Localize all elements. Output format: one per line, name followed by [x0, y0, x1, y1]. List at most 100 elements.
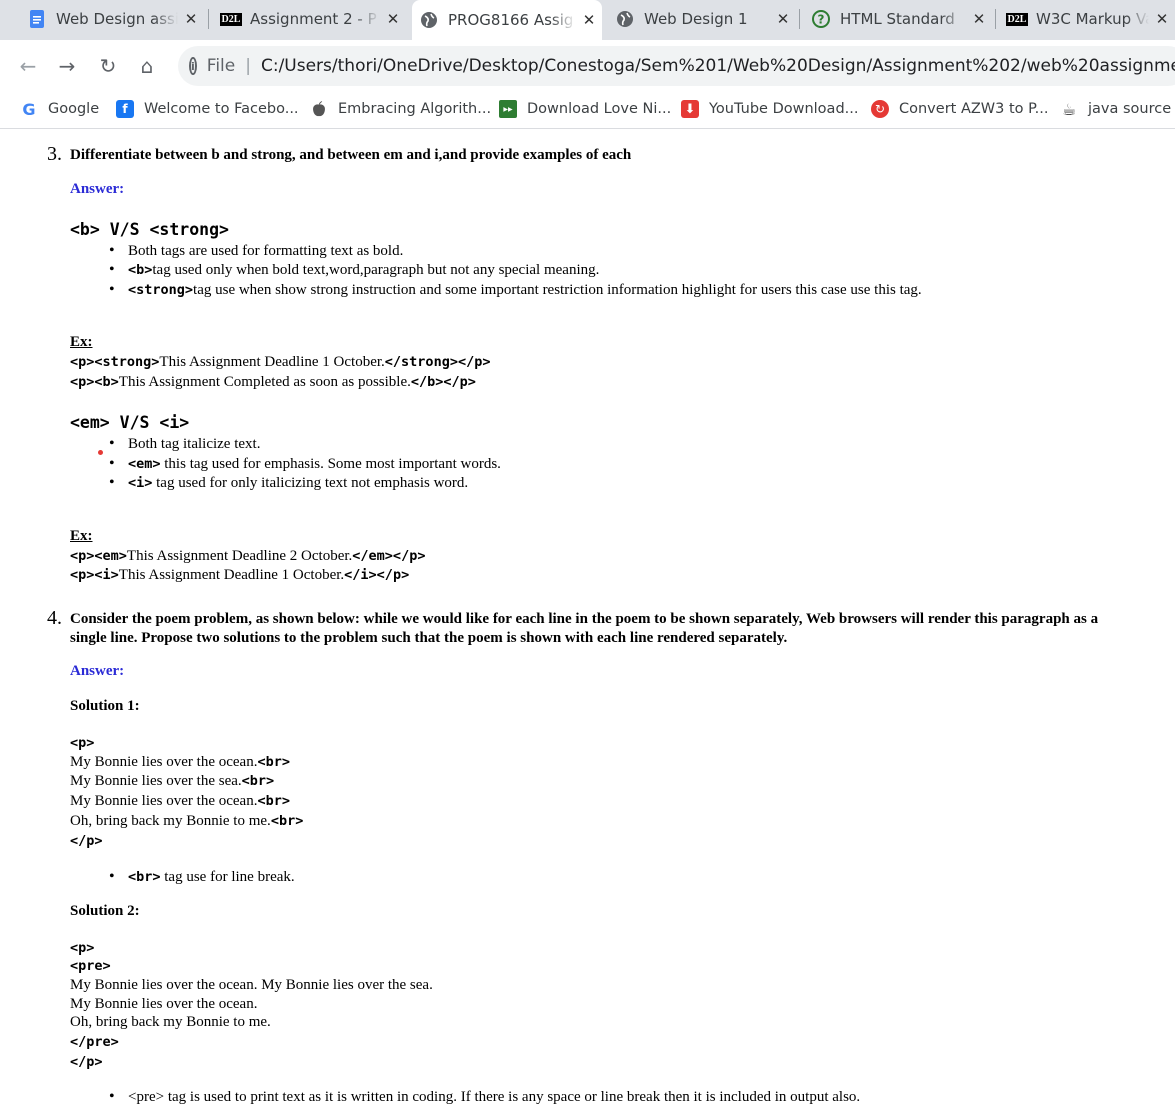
- file-label: File: [206, 56, 236, 76]
- tab-strip: Web Design assig ✕ D2L Assignment 2 - P …: [0, 0, 1175, 40]
- bookmark-label: java source c: [1088, 101, 1175, 117]
- bookmark-embracing-algorithms[interactable]: Embracing Algorith...: [310, 100, 491, 118]
- code-tag: <br>: [128, 869, 161, 885]
- bookmark-label: Download Love Ni...: [527, 101, 672, 117]
- convert-icon: ↻: [871, 100, 889, 118]
- code-tag: <strong>: [128, 282, 194, 298]
- poem-line: Oh, bring back my Bonnie to me.: [70, 1014, 271, 1030]
- forward-button[interactable]: →: [53, 52, 81, 80]
- facebook-icon: f: [116, 100, 134, 118]
- bookmarks-bar: G Google f Welcome to Facebo... Embracin…: [0, 92, 1175, 129]
- bookmark-java-source[interactable]: ☕ java source c: [1060, 99, 1175, 119]
- bookmark-youtube-downloader[interactable]: ⬇ YouTube Download...: [681, 100, 858, 118]
- question-text: Consider the poem problem, as shown belo…: [70, 611, 1099, 627]
- google-docs-icon: [28, 10, 46, 28]
- download-icon: ⬇: [681, 100, 699, 118]
- page-content: 3. Differentiate between b and strong, a…: [0, 129, 1175, 1108]
- java-icon: ☕: [1061, 99, 1077, 119]
- answer-label: Answer:: [70, 663, 125, 679]
- tab-prog8166-active[interactable]: PROG8166 Assig ✕: [412, 0, 602, 40]
- bookmark-label: Welcome to Facebo...: [144, 101, 299, 117]
- example-line: <p><i>This Assignment Deadline 1 October…: [70, 567, 410, 583]
- example-label: Ex:: [70, 334, 93, 350]
- tab-web-design-1[interactable]: Web Design 1 ✕: [612, 0, 796, 38]
- info-icon[interactable]: i: [189, 57, 197, 75]
- back-button[interactable]: ←: [14, 52, 42, 80]
- url-text[interactable]: C:/Users/thori/OneDrive/Desktop/Conestog…: [261, 56, 1175, 76]
- globe-icon: [420, 11, 438, 29]
- close-icon[interactable]: ✕: [576, 11, 602, 29]
- code-tag: <i>: [128, 475, 153, 491]
- close-icon[interactable]: ✕: [770, 10, 796, 28]
- code-tag: <b>: [128, 262, 153, 278]
- browser-toolbar: ← → ↻ ⌂ i File | C:/Users/thori/OneDrive…: [0, 40, 1175, 92]
- cursor-dot: [98, 450, 103, 455]
- code-line: <p>: [70, 940, 95, 956]
- close-icon[interactable]: ✕: [1149, 10, 1175, 28]
- bookmark-convert-azw3[interactable]: ↻ Convert AZW3 to P...: [871, 100, 1048, 118]
- code-line: <p>: [70, 735, 95, 751]
- poem-line: My Bonnie lies over the sea.<br>: [70, 773, 275, 789]
- tab-divider: [208, 9, 209, 29]
- bookmark-label: Convert AZW3 to P...: [899, 101, 1049, 117]
- poem-line: My Bonnie lies over the ocean.<br>: [70, 754, 290, 770]
- poem-line: My Bonnie lies over the ocean.<br>: [70, 793, 290, 809]
- list-item: Both tag italicize text.: [109, 435, 261, 453]
- d2l-icon: D2L: [1005, 12, 1029, 26]
- tab-title: Web Design assig: [56, 10, 178, 28]
- tab-divider: [799, 9, 800, 29]
- solution-heading: Solution 2:: [70, 903, 140, 919]
- poem-line: Oh, bring back my Bonnie to me.<br>: [70, 813, 304, 829]
- list-item: <strong>tag use when show strong instruc…: [109, 281, 922, 299]
- film-icon: ▶▶: [499, 100, 517, 118]
- list-item: <i> tag used for only italicizing text n…: [109, 474, 468, 492]
- reload-button[interactable]: ↻: [94, 52, 122, 80]
- globe-icon: [616, 10, 634, 28]
- example-line: <p><b>This Assignment Completed as soon …: [70, 374, 476, 390]
- tab-html-standard[interactable]: ? HTML Standard ✕: [808, 0, 992, 38]
- apple-icon: [310, 100, 328, 118]
- tab-divider: [995, 9, 996, 29]
- list-item: <br> tag use for line break.: [109, 868, 295, 886]
- tab-title: W3C Markup Val: [1036, 10, 1149, 28]
- tab-title: HTML Standard: [840, 10, 955, 28]
- example-line: <p><em>This Assignment Deadline 2 Octobe…: [70, 548, 426, 564]
- question-icon: ?: [812, 10, 830, 28]
- solution-heading: Solution 1:: [70, 698, 140, 714]
- code-tag: <em>: [128, 456, 161, 472]
- answer-label: Answer:: [70, 181, 125, 197]
- list-item: <pre> tag is used to print text as it is…: [109, 1088, 860, 1106]
- question-number: 4.: [47, 607, 62, 629]
- code-line: </p>: [70, 833, 103, 849]
- bookmark-download-love[interactable]: ▶▶ Download Love Ni...: [499, 100, 671, 118]
- tab-assignment-2[interactable]: D2L Assignment 2 - P ✕: [218, 0, 406, 38]
- tab-title: Web Design 1: [644, 10, 748, 28]
- tab-title: Assignment 2 - P: [250, 10, 377, 28]
- code-line: </p>: [70, 1054, 103, 1070]
- bookmark-label: Google: [48, 101, 100, 117]
- address-bar[interactable]: i File | C:/Users/thori/OneDrive/Desktop…: [178, 46, 1175, 86]
- bookmark-google[interactable]: G Google: [20, 99, 100, 119]
- close-icon[interactable]: ✕: [966, 10, 992, 28]
- question-number: 3.: [47, 143, 62, 165]
- question-text: single line. Propose two solutions to th…: [70, 630, 788, 646]
- tab-title: PROG8166 Assig: [448, 11, 574, 29]
- close-icon[interactable]: ✕: [178, 10, 204, 28]
- example-line: <p><strong>This Assignment Deadline 1 Oc…: [70, 354, 491, 370]
- list-item: <em> this tag used for emphasis. Some mo…: [109, 455, 501, 473]
- google-icon: G: [22, 99, 36, 119]
- close-icon[interactable]: ✕: [380, 10, 406, 28]
- d2l-icon: D2L: [219, 12, 243, 26]
- list-item: Both tags are used for formatting text a…: [109, 242, 403, 260]
- bookmark-label: YouTube Download...: [709, 101, 859, 117]
- bookmark-label: Embracing Algorith...: [338, 101, 492, 117]
- section-heading: <em> V/S <i>: [70, 413, 190, 432]
- home-button[interactable]: ⌂: [133, 52, 161, 80]
- section-heading: <b> V/S <strong>: [70, 220, 229, 239]
- bookmark-facebook[interactable]: f Welcome to Facebo...: [116, 100, 299, 118]
- tab-w3c-validator[interactable]: D2L W3C Markup Val ✕: [1004, 0, 1175, 38]
- omnibox-divider: |: [245, 56, 251, 76]
- tab-web-design-doc[interactable]: Web Design assig ✕: [24, 0, 204, 38]
- poem-line: My Bonnie lies over the ocean.: [70, 996, 258, 1012]
- poem-line: My Bonnie lies over the ocean. My Bonnie…: [70, 977, 433, 993]
